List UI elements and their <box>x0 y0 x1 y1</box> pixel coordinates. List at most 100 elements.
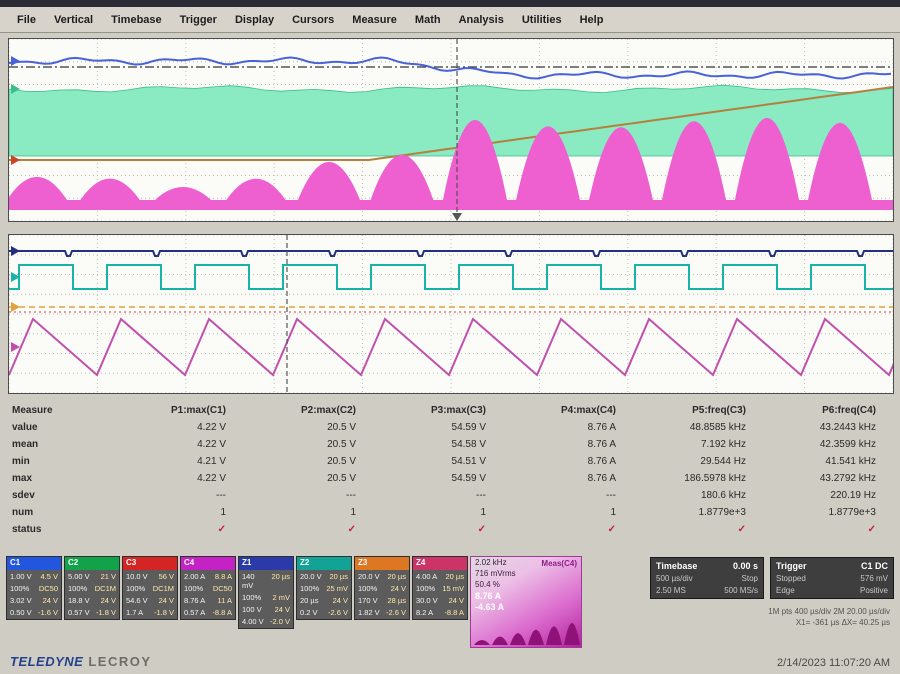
measure-cell: 4.22 V <box>112 422 242 433</box>
measure-param-header[interactable]: P3:max(C3) <box>372 405 502 416</box>
channel-box-c2[interactable]: C25.00 V21 V100%DC1M18.8 V24 V0.57 V-1.8… <box>64 556 120 620</box>
measure-cell: ✓ <box>762 524 892 535</box>
channel-box-cell: 8.76 A <box>184 596 207 605</box>
measure-cell: --- <box>372 490 502 501</box>
trigger-row: Stopped576 mV <box>776 574 888 583</box>
datetime-stamp: 2/14/2023 11:07:20 AM <box>777 657 890 669</box>
channel-box-cell: -1.8 V <box>151 608 174 617</box>
measure-cell: 54.59 V <box>372 473 502 484</box>
trigger-label: Trigger <box>776 561 807 571</box>
measure-cell: --- <box>502 490 632 501</box>
channel-box-cell: 100% <box>68 584 91 593</box>
channel-box-z2[interactable]: Z220.0 V20 µs100%25 mV20 µs24 V0.2 V-2.6… <box>296 556 352 620</box>
menu-item-math[interactable]: Math <box>406 11 450 29</box>
timebase-row-right: 500 MS/s <box>724 586 758 595</box>
channel-box-cell: 8.8 A <box>209 572 232 581</box>
trigger-value: C1 DC <box>861 561 888 571</box>
channel-box-cell: 0.2 V <box>300 608 323 617</box>
channel-box-cell: 54.6 V <box>126 596 149 605</box>
measure-cell: 4.22 V <box>112 473 242 484</box>
menu-item-utilities[interactable]: Utilities <box>513 11 571 29</box>
measurement-popup-title: Meas(C4) <box>541 559 577 568</box>
channel-box-cell: 20 µs <box>325 572 348 581</box>
measure-cell: 54.59 V <box>372 422 502 433</box>
timebase-row-left: 2.50 MS <box>656 586 686 595</box>
channel-box-cell: 4.00 V <box>242 617 265 626</box>
channel-box-c1[interactable]: C11.00 V4.5 V100%DC503.02 V24 V0.50 V-1.… <box>6 556 62 620</box>
channel-box-cell: 2 mV <box>267 593 290 602</box>
channel-box-z1[interactable]: Z1140 mV20 µs100%2 mV100 V24 V4.00 V-2.0… <box>238 556 294 629</box>
menu-item-file[interactable]: File <box>8 11 45 29</box>
channel-descriptor-row: C11.00 V4.5 V100%DC503.02 V24 V0.50 V-1.… <box>6 556 582 648</box>
measure-param-header[interactable]: P5:freq(C3) <box>632 405 762 416</box>
channel-box-body: 10.0 V56 V100%DC1M54.6 V24 V1.7 A-1.8 V <box>123 570 177 619</box>
channel-box-z4[interactable]: Z44.00 A20 µs100%15 mV30.0 V24 V8.2 A-8.… <box>412 556 468 620</box>
channel-box-cell: 100% <box>242 593 265 602</box>
timebase-row: 500 µs/divStop <box>656 574 758 583</box>
channel-box-header: C1 <box>7 557 61 570</box>
measure-cell: 8.76 A <box>502 439 632 450</box>
timebase-row: 2.50 MS 500 MS/s <box>656 586 758 595</box>
timebase-row-left: 500 µs/div <box>656 574 693 583</box>
measure-row-label: num <box>8 507 112 518</box>
measure-param-header[interactable]: P2:max(C2) <box>242 405 372 416</box>
channel-box-body: 2.00 A8.8 A100%DC508.76 A11 A0.57 A-8.8 … <box>181 570 235 619</box>
zoom-graticule[interactable] <box>8 234 894 394</box>
channel-box-cell: 3.02 V <box>10 596 33 605</box>
measure-row-status: status✓✓✓✓✓✓ <box>8 521 894 538</box>
channel-box-cell: 2.00 A <box>184 572 207 581</box>
channel-box-header: Z4 <box>413 557 467 570</box>
channel-box-cell: 100% <box>300 584 323 593</box>
measurement-popup-line: -4.63 A <box>471 601 581 612</box>
channel-box-cell: 20 µs <box>383 572 406 581</box>
measure-cell: 43.2792 kHz <box>762 473 892 484</box>
menu-item-display[interactable]: Display <box>226 11 283 29</box>
measure-cell: 1 <box>242 507 372 518</box>
measure-row-min: min4.21 V20.5 V54.51 V8.76 A29.544 Hz41.… <box>8 453 894 470</box>
menu-item-cursors[interactable]: Cursors <box>283 11 343 29</box>
measure-cell: 29.544 Hz <box>632 456 762 467</box>
measure-cell: ✓ <box>632 524 762 535</box>
measure-row-label: max <box>8 473 112 484</box>
measure-cell: 54.51 V <box>372 456 502 467</box>
measure-param-header[interactable]: P1:max(C1) <box>112 405 242 416</box>
measure-row-label: min <box>8 456 112 467</box>
measure-header-row: MeasureP1:max(C1)P2:max(C2)P3:max(C3)P4:… <box>8 402 894 419</box>
timebase-box[interactable]: Timebase0.00 s 500 µs/divStop2.50 MS500 … <box>650 557 764 599</box>
main-graticule[interactable] <box>8 38 894 222</box>
channel-box-cell: 24 V <box>383 584 406 593</box>
menu-item-help[interactable]: Help <box>571 11 613 29</box>
menu-item-measure[interactable]: Measure <box>343 11 406 29</box>
menu-item-trigger[interactable]: Trigger <box>171 11 226 29</box>
aux-line: X1= -361 µs ΔX= 40.25 µs <box>768 617 890 628</box>
channel-box-cell: 21 V <box>93 572 116 581</box>
brand-logo-teledyne: TELEDYNE <box>10 654 83 669</box>
channel-box-cell: 20 µs <box>267 572 290 590</box>
menu-item-timebase[interactable]: Timebase <box>102 11 171 29</box>
channel-box-cell: DC1M <box>93 584 116 593</box>
measure-row-num: num11111.8779e+31.8779e+3 <box>8 504 894 521</box>
trigger-box[interactable]: TriggerC1 DC Stopped576 mVEdgePositive <box>770 557 894 599</box>
channel-box-cell: 30.0 V <box>416 596 439 605</box>
measure-cell: ✓ <box>242 524 372 535</box>
menu-item-analysis[interactable]: Analysis <box>450 11 513 29</box>
channel-box-c3[interactable]: C310.0 V56 V100%DC1M54.6 V24 V1.7 A-1.8 … <box>122 556 178 620</box>
channel-box-header: C2 <box>65 557 119 570</box>
measure-param-header[interactable]: P6:freq(C4) <box>762 405 892 416</box>
channel-box-z3[interactable]: Z320.0 V20 µs100%24 V170 V28 µs1.82 V-2.… <box>354 556 410 620</box>
measure-cell: ✓ <box>372 524 502 535</box>
measure-row-label: mean <box>8 439 112 450</box>
measure-param-header[interactable]: P4:max(C4) <box>502 405 632 416</box>
measure-cell: 20.5 V <box>242 473 372 484</box>
channel-box-c4[interactable]: C42.00 A8.8 A100%DC508.76 A11 A0.57 A-8.… <box>180 556 236 620</box>
measurement-popup-c4[interactable]: Meas(C4)2.02 kHz716 mVrms50.4 %8.76 A-4.… <box>470 556 582 648</box>
measure-cell: 1 <box>502 507 632 518</box>
channel-box-cell: 100% <box>184 584 207 593</box>
menu-item-vertical[interactable]: Vertical <box>45 11 102 29</box>
channel-box-cell: 25 mV <box>325 584 348 593</box>
channel-box-cell: 100% <box>10 584 33 593</box>
channel-box-cell: -1.6 V <box>35 608 58 617</box>
brand-logo: TELEDYNE LECROY <box>10 654 152 669</box>
channel-box-cell: 1.82 V <box>358 608 381 617</box>
brand-logo-lecroy: LECROY <box>88 654 151 669</box>
